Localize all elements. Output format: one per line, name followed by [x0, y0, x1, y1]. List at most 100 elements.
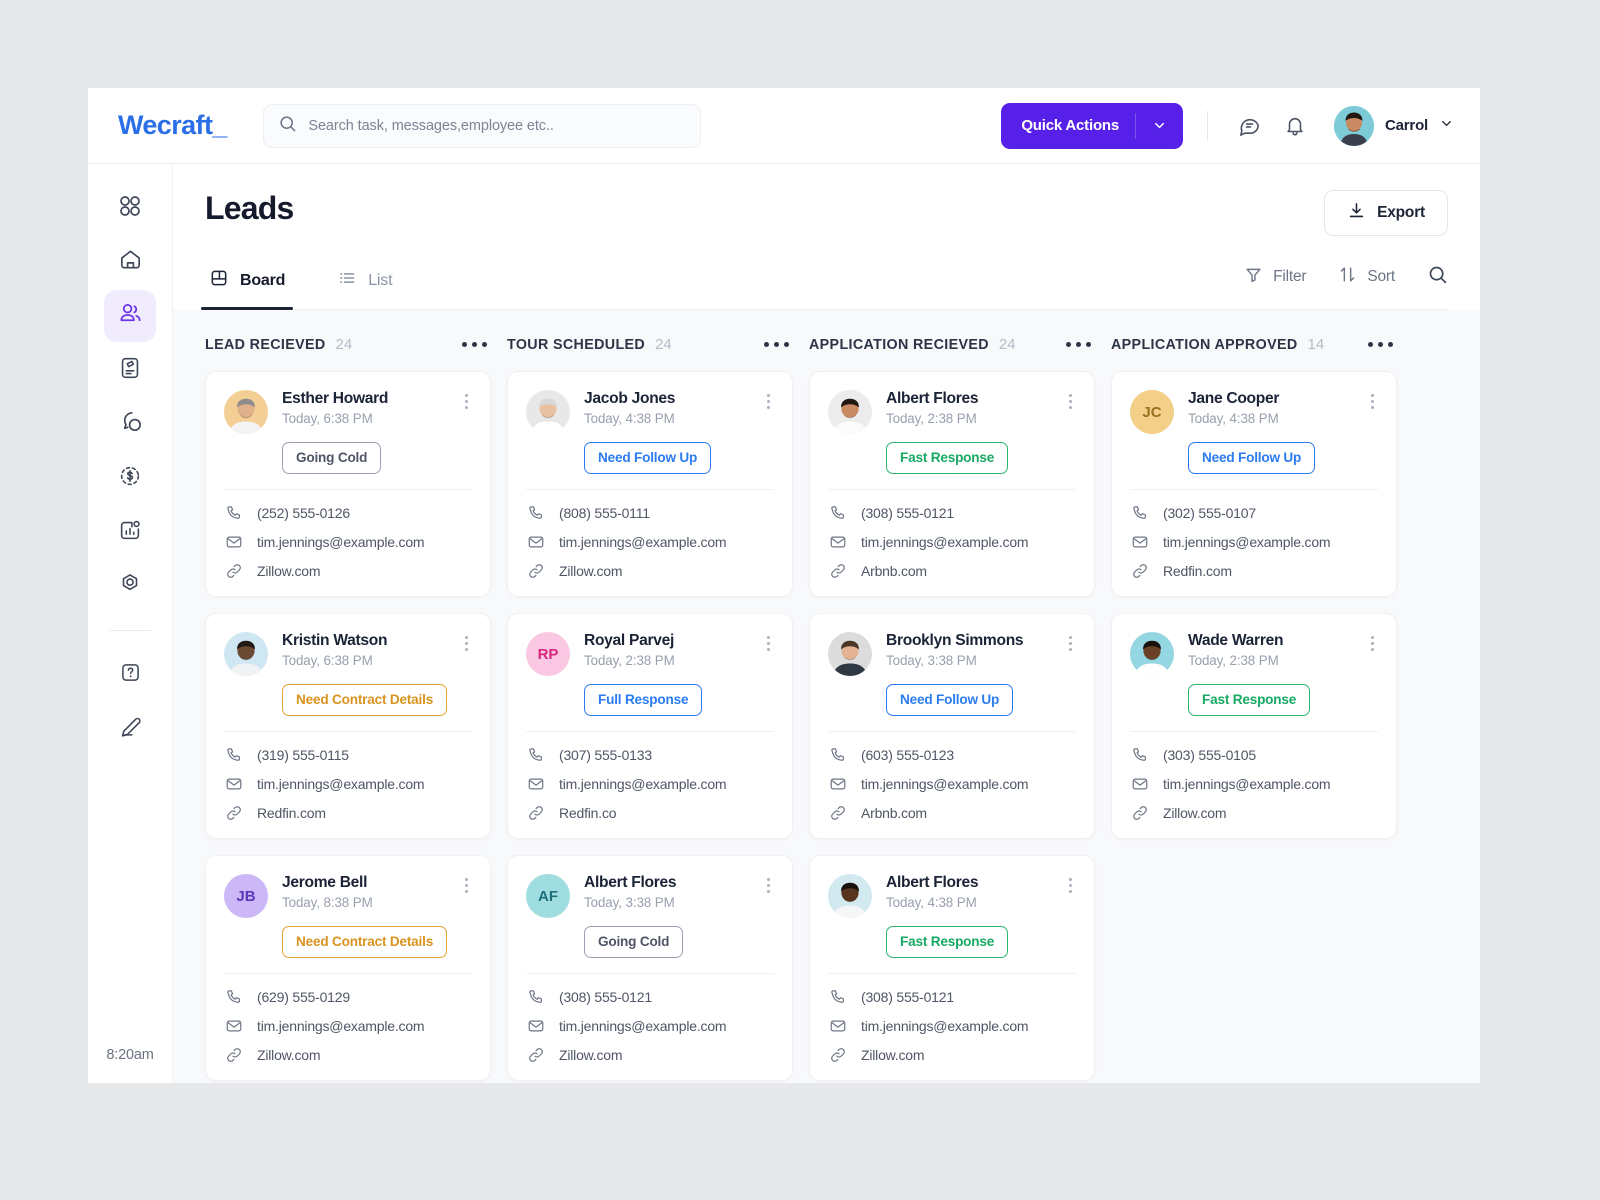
quick-actions-button[interactable]: Quick Actions — [1001, 102, 1184, 149]
phone-row[interactable]: (629) 555-0129 — [224, 988, 472, 1006]
website-row[interactable]: Redfin.co — [526, 804, 774, 822]
sort-button[interactable]: Sort — [1338, 265, 1395, 289]
website-row[interactable]: Zillow.com — [224, 1046, 472, 1064]
email-row[interactable]: tim.jennings@example.com — [224, 533, 472, 551]
sidebar-item-documents[interactable] — [104, 344, 156, 396]
sidebar-item-edit[interactable] — [104, 703, 156, 755]
column-title: TOUR SCHEDULED — [507, 336, 646, 353]
phone-row[interactable]: (603) 555-0123 — [828, 746, 1076, 764]
sidebar-item-help[interactable] — [104, 649, 156, 701]
card-menu-icon[interactable] — [1065, 632, 1076, 655]
website-value: Zillow.com — [257, 1047, 321, 1063]
phone-row[interactable]: (308) 555-0121 — [828, 504, 1076, 522]
card-identity: Brooklyn Simmons Today, 3:38 PM — [886, 632, 1024, 668]
export-button[interactable]: Export — [1324, 190, 1448, 236]
card-menu-icon[interactable] — [461, 632, 472, 655]
lead-card[interactable]: Kristin Watson Today, 6:38 PM Need Contr… — [205, 613, 491, 839]
sidebar-item-apps[interactable] — [104, 182, 156, 234]
email-row[interactable]: tim.jennings@example.com — [1130, 533, 1378, 551]
lead-card[interactable]: Jacob Jones Today, 4:38 PM Need Follow U… — [507, 371, 793, 597]
email-row[interactable]: tim.jennings@example.com — [526, 775, 774, 793]
app-logo[interactable]: Wecraft_ — [118, 110, 227, 141]
email-row[interactable]: tim.jennings@example.com — [526, 533, 774, 551]
notifications-bell-icon[interactable] — [1278, 109, 1312, 143]
status-badge[interactable]: Full Response — [584, 684, 703, 716]
status-badge[interactable]: Need Follow Up — [584, 442, 712, 474]
website-row[interactable]: Zillow.com — [224, 562, 472, 580]
card-menu-icon[interactable] — [461, 390, 472, 413]
website-row[interactable]: Arbnb.com — [828, 804, 1076, 822]
column-menu-icon[interactable] — [1366, 336, 1395, 353]
card-menu-icon[interactable] — [1065, 390, 1076, 413]
lead-card[interactable]: Albert Flores Today, 2:38 PM Fast Respon… — [809, 371, 1095, 597]
lead-card[interactable]: RP Royal Parvej Today, 2:38 PM Full Resp… — [507, 613, 793, 839]
website-row[interactable]: Arbnb.com — [828, 562, 1076, 580]
status-badge[interactable]: Going Cold — [282, 442, 382, 474]
board-search-button[interactable] — [1427, 264, 1448, 290]
status-badge[interactable]: Fast Response — [886, 926, 1009, 958]
column-menu-icon[interactable] — [460, 336, 489, 353]
lead-card[interactable]: JB Jerome Bell Today, 8:38 PM Need Contr… — [205, 855, 491, 1081]
email-row[interactable]: tim.jennings@example.com — [828, 533, 1076, 551]
website-row[interactable]: Redfin.com — [1130, 562, 1378, 580]
website-row[interactable]: Zillow.com — [828, 1046, 1076, 1064]
website-row[interactable]: Zillow.com — [526, 1046, 774, 1064]
email-row[interactable]: tim.jennings@example.com — [224, 775, 472, 793]
email-row[interactable]: tim.jennings@example.com — [1130, 775, 1378, 793]
tab-board[interactable]: Board — [200, 258, 294, 310]
website-row[interactable]: Zillow.com — [526, 562, 774, 580]
card-menu-icon[interactable] — [763, 632, 774, 655]
sidebar-item-messages[interactable] — [104, 398, 156, 450]
website-row[interactable]: Zillow.com — [1130, 804, 1378, 822]
lead-card[interactable]: Albert Flores Today, 4:38 PM Fast Respon… — [809, 855, 1095, 1081]
column-menu-icon[interactable] — [762, 336, 791, 353]
status-badge[interactable]: Fast Response — [1188, 684, 1311, 716]
sidebar-item-home[interactable] — [104, 236, 156, 288]
card-menu-icon[interactable] — [461, 874, 472, 897]
card-menu-icon[interactable] — [1065, 874, 1076, 897]
lead-card[interactable]: Brooklyn Simmons Today, 3:38 PM Need Fol… — [809, 613, 1095, 839]
email-row[interactable]: tim.jennings@example.com — [526, 1017, 774, 1035]
phone-row[interactable]: (308) 555-0121 — [828, 988, 1076, 1006]
email-row[interactable]: tim.jennings@example.com — [828, 1017, 1076, 1035]
status-badge[interactable]: Need Contract Details — [282, 926, 448, 958]
phone-row[interactable]: (302) 555-0107 — [1130, 504, 1378, 522]
phone-row[interactable]: (308) 555-0121 — [526, 988, 774, 1006]
sidebar-item-analytics[interactable] — [104, 506, 156, 558]
user-menu[interactable]: Carrol — [1334, 105, 1454, 146]
lead-card[interactable]: Esther Howard Today, 6:38 PM Going Cold … — [205, 371, 491, 597]
chevron-down-icon[interactable] — [1439, 116, 1454, 136]
status-badge[interactable]: Fast Response — [886, 442, 1009, 474]
phone-icon — [224, 746, 243, 764]
chevron-down-icon[interactable] — [1136, 118, 1183, 133]
website-row[interactable]: Redfin.com — [224, 804, 472, 822]
link-icon — [526, 562, 545, 580]
card-menu-icon[interactable] — [763, 874, 774, 897]
email-row[interactable]: tim.jennings@example.com — [224, 1017, 472, 1035]
phone-row[interactable]: (808) 555-0111 — [526, 504, 774, 522]
phone-row[interactable]: (307) 555-0133 — [526, 746, 774, 764]
status-badge[interactable]: Need Follow Up — [1188, 442, 1316, 474]
phone-row[interactable]: (303) 555-0105 — [1130, 746, 1378, 764]
status-badge[interactable]: Need Follow Up — [886, 684, 1014, 716]
card-menu-icon[interactable] — [1367, 390, 1378, 413]
lead-card[interactable]: Wade Warren Today, 2:38 PM Fast Response… — [1111, 613, 1397, 839]
card-menu-icon[interactable] — [763, 390, 774, 413]
sidebar-item-leads[interactable] — [104, 290, 156, 342]
status-badge[interactable]: Going Cold — [584, 926, 684, 958]
tab-list[interactable]: List — [333, 258, 396, 309]
search-input[interactable]: Search task, messages,employee etc.. — [263, 103, 702, 148]
phone-row[interactable]: (319) 555-0115 — [224, 746, 472, 764]
phone-row[interactable]: (252) 555-0126 — [224, 504, 472, 522]
card-menu-icon[interactable] — [1367, 632, 1378, 655]
sidebar-item-goals[interactable] — [104, 560, 156, 612]
sidebar-item-billing[interactable] — [104, 452, 156, 504]
lead-card[interactable]: JC Jane Cooper Today, 4:38 PM Need Follo… — [1111, 371, 1397, 597]
messages-icon[interactable] — [1232, 109, 1266, 143]
filter-button[interactable]: Filter — [1244, 265, 1307, 289]
status-badge[interactable]: Need Contract Details — [282, 684, 448, 716]
email-row[interactable]: tim.jennings@example.com — [828, 775, 1076, 793]
sidebar: 8:20am — [88, 164, 173, 1083]
lead-card[interactable]: AF Albert Flores Today, 3:38 PM Going Co… — [507, 855, 793, 1081]
column-menu-icon[interactable] — [1064, 336, 1093, 353]
